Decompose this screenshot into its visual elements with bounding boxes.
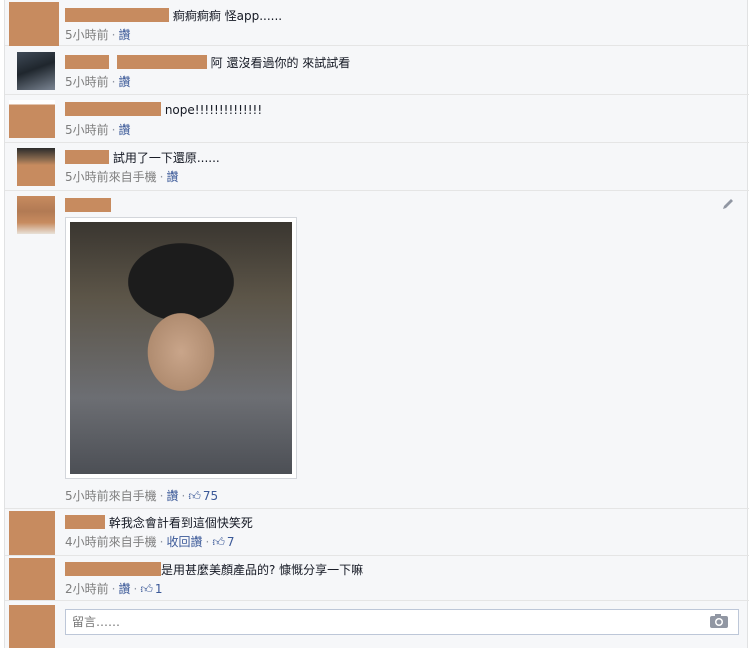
comment-time[interactable]: 5小時前	[65, 123, 109, 137]
comment-time[interactable]: 2小時前	[65, 582, 109, 596]
comment-body	[65, 198, 111, 214]
photo-image[interactable]	[70, 222, 292, 474]
comment-meta: 5小時前來自手機 · 讚	[65, 169, 179, 185]
avatar[interactable]	[9, 2, 59, 46]
thumbs-up-icon: 👍︎	[140, 582, 153, 596]
like-count-value: 7	[226, 535, 235, 549]
comment-via: 來自手機	[108, 535, 157, 549]
like-count[interactable]: 👍︎ 1	[140, 582, 162, 596]
comment-body: 阿 還沒看過你的 來試試看	[65, 55, 350, 71]
comment-text: 幹我念會計看到這個快笑死	[108, 516, 253, 530]
like-link[interactable]: 讚	[166, 489, 178, 503]
like-count-value: 1	[154, 582, 163, 596]
comment-time[interactable]: 4小時前	[65, 535, 109, 549]
comment-text: nope!!!!!!!!!!!!!!	[164, 103, 263, 117]
redacted-name[interactable]	[65, 198, 111, 212]
camera-icon[interactable]	[709, 613, 729, 629]
comment-meta: 5小時前 · 讚	[65, 122, 130, 138]
comment-time[interactable]: 5小時前	[65, 28, 109, 42]
separator-dot: ·	[111, 123, 116, 137]
avatar[interactable]	[9, 511, 55, 555]
comment-body: 幹我念會計看到這個快笑死	[65, 515, 253, 531]
comment-body: 痾痾痾痾 怪app......	[65, 8, 282, 24]
redacted-name[interactable]	[65, 55, 109, 69]
avatar[interactable]	[9, 100, 55, 138]
comment-item: nope!!!!!!!!!!!!!! 5小時前 · 讚	[5, 95, 749, 143]
comment-composer	[5, 601, 749, 648]
redacted-name[interactable]	[116, 55, 207, 69]
comment-item: 是用甚麼美顏產品的? 慷慨分享一下嘛 2小時前 · 讚 · 👍︎ 1	[5, 556, 749, 601]
separator-dot: ·	[111, 75, 116, 89]
comment-item: 幹我念會計看到這個快笑死 4小時前來自手機 · 收回讚 · 👍︎ 7	[5, 509, 749, 556]
separator-dot: ·	[181, 489, 186, 503]
redacted-name[interactable]	[65, 515, 105, 529]
like-link[interactable]: 讚	[118, 582, 130, 596]
pencil-icon[interactable]	[721, 197, 735, 211]
redacted-name[interactable]	[65, 562, 161, 576]
comment-text: 阿 還沒看過你的 來試試看	[210, 56, 351, 70]
comment-time[interactable]: 5小時前	[65, 170, 109, 184]
comment-body: 試用了一下還原......	[65, 150, 220, 166]
redacted-name[interactable]	[65, 8, 169, 22]
comments-panel: 痾痾痾痾 怪app...... 5小時前 · 讚 阿 還沒看過你的 來試試看 5小時…	[4, 0, 749, 648]
unlike-link[interactable]: 收回讚	[166, 535, 202, 549]
separator-dot: ·	[159, 489, 164, 503]
comment-body: 是用甚麼美顏產品的? 慷慨分享一下嘛	[65, 562, 363, 578]
comment-meta: 2小時前 · 讚 · 👍︎ 1	[65, 581, 163, 597]
avatar[interactable]	[17, 148, 55, 186]
comment-body: nope!!!!!!!!!!!!!!	[65, 102, 262, 118]
like-link[interactable]: 讚	[118, 28, 130, 42]
separator-dot: ·	[205, 535, 210, 549]
like-count[interactable]: 👍︎ 7	[212, 535, 234, 549]
comment-time[interactable]: 5小時前	[65, 75, 109, 89]
thumbs-up-icon: 👍︎	[212, 535, 225, 549]
avatar[interactable]	[17, 196, 55, 234]
separator-dot: ·	[111, 28, 116, 42]
comment-meta: 5小時前 · 讚	[65, 27, 130, 43]
comment-meta: 4小時前來自手機 · 收回讚 · 👍︎ 7	[65, 534, 235, 550]
attached-photo[interactable]	[65, 217, 297, 479]
separator-dot: ·	[133, 582, 138, 596]
comment-input[interactable]	[65, 609, 739, 635]
like-link[interactable]: 讚	[166, 170, 178, 184]
redacted-name[interactable]	[65, 102, 161, 116]
avatar[interactable]	[17, 52, 55, 90]
thumbs-up-icon: 👍︎	[188, 489, 201, 503]
comment-item: 試用了一下還原...... 5小時前來自手機 · 讚	[5, 143, 749, 191]
comment-time[interactable]: 5小時前	[65, 489, 109, 503]
avatar	[9, 605, 55, 648]
separator-dot: ·	[159, 170, 164, 184]
separator-dot: ·	[159, 535, 164, 549]
comment-via: 來自手機	[108, 170, 157, 184]
comment-via: 來自手機	[108, 489, 157, 503]
like-count[interactable]: 👍︎ 75	[188, 489, 218, 503]
comment-text: 是用甚麼美顏產品的? 慷慨分享一下嘛	[161, 563, 364, 577]
comment-meta: 5小時前來自手機 · 讚 · 👍︎ 75	[65, 488, 218, 504]
comment-item: 阿 還沒看過你的 來試試看 5小時前 · 讚	[5, 46, 749, 95]
like-count-value: 75	[202, 489, 219, 503]
comment-meta: 5小時前 · 讚	[65, 74, 130, 90]
separator-dot: ·	[111, 582, 116, 596]
comment-item: 痾痾痾痾 怪app...... 5小時前 · 讚	[5, 0, 749, 46]
avatar[interactable]	[9, 558, 55, 600]
like-link[interactable]: 讚	[118, 75, 130, 89]
comment-text: 試用了一下還原......	[112, 151, 220, 165]
like-link[interactable]: 讚	[118, 123, 130, 137]
redacted-name[interactable]	[65, 150, 109, 164]
comment-text: 痾痾痾痾 怪app......	[172, 9, 283, 23]
